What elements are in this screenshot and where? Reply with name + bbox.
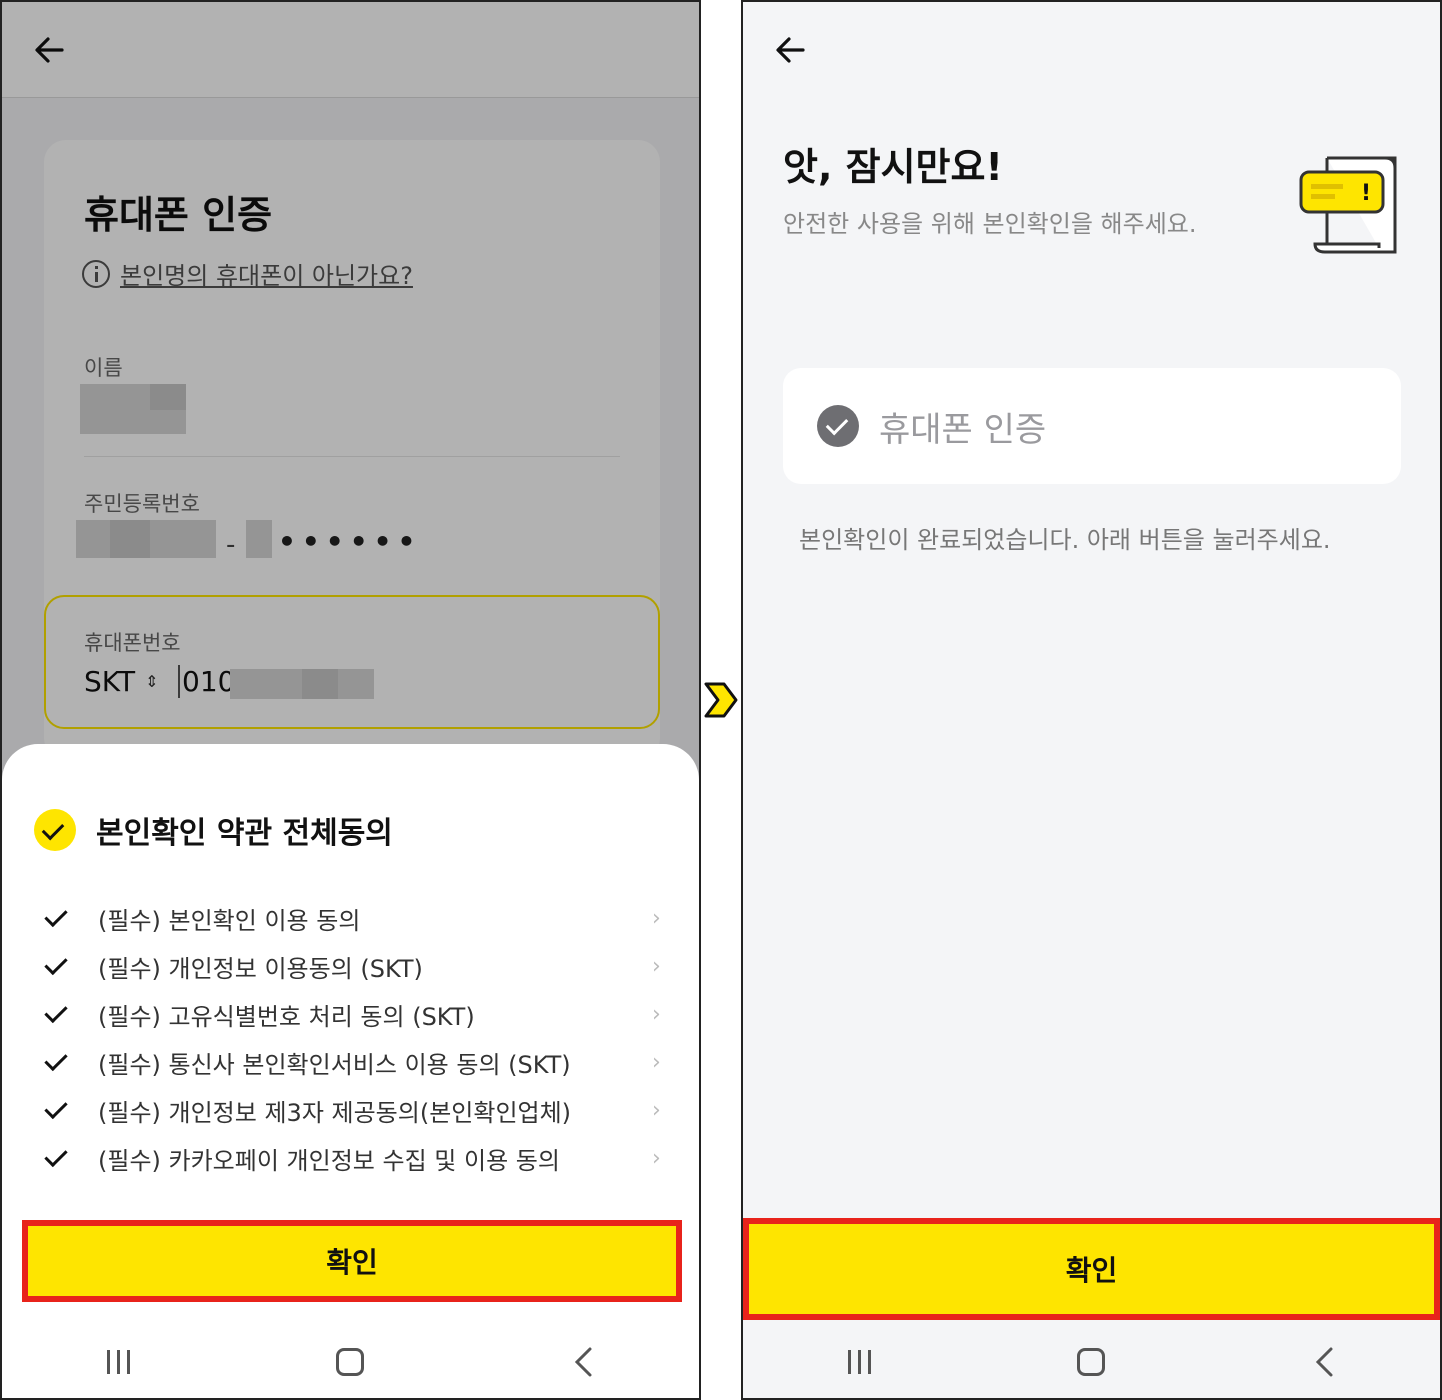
recent-apps-button[interactable] xyxy=(829,1332,889,1392)
term-label: (필수) 카카오페이 개인정보 수집 및 이용 동의 xyxy=(98,1146,560,1175)
check-icon xyxy=(42,1047,72,1077)
completion-message: 본인확인이 완료되었습니다. 아래 버튼을 눌러주세요. xyxy=(799,526,1331,554)
term-item[interactable]: (필수) 개인정보 제3자 제공동의(본인확인업체) › xyxy=(42,1086,672,1134)
chevron-right-icon: › xyxy=(652,905,661,931)
chevron-left-icon xyxy=(1315,1347,1333,1377)
verify-item-label: 휴대폰 인증 xyxy=(879,409,1047,450)
check-icon xyxy=(42,903,72,933)
terms-bottom-sheet: 본인확인 약관 전체동의 (필수) 본인확인 이용 동의 › (필수) 개인정보 … xyxy=(2,744,699,1398)
chevron-right-icon: › xyxy=(652,1049,661,1075)
chevron-right-icon: › xyxy=(652,953,661,979)
term-item[interactable]: (필수) 카카오페이 개인정보 수집 및 이용 동의 › xyxy=(42,1134,672,1182)
confirm-button[interactable]: 확인 xyxy=(743,1218,1440,1320)
page-subtitle: 안전한 사용을 위해 본인확인을 해주세요. xyxy=(783,210,1197,238)
home-button[interactable] xyxy=(1061,1332,1121,1392)
back-arrow-icon[interactable] xyxy=(773,32,809,68)
chevron-right-icon: › xyxy=(652,1145,661,1171)
term-item[interactable]: (필수) 본인확인 이용 동의 › xyxy=(42,894,672,942)
chevron-left-icon xyxy=(574,1347,592,1377)
term-item[interactable]: (필수) 통신사 본인확인서비스 이용 동의 (SKT) › xyxy=(42,1038,672,1086)
check-icon xyxy=(42,999,72,1029)
confirm-button[interactable]: 확인 xyxy=(22,1220,682,1302)
check-icon xyxy=(42,951,72,981)
verify-item-card: 휴대폰 인증 xyxy=(783,368,1401,484)
system-back-button[interactable] xyxy=(1294,1332,1354,1392)
system-nav-bar xyxy=(743,1322,1440,1398)
check-circle-icon xyxy=(34,809,76,851)
check-icon xyxy=(42,1143,72,1173)
agree-all-label: 본인확인 약관 전체동의 xyxy=(96,816,393,851)
term-item[interactable]: (필수) 고유식별번호 처리 동의 (SKT) › xyxy=(42,990,672,1038)
term-label: (필수) 개인정보 제3자 제공동의(본인확인업체) xyxy=(98,1098,572,1127)
term-label: (필수) 고유식별번호 처리 동의 (SKT) xyxy=(98,1002,475,1031)
svg-text:!: ! xyxy=(1361,181,1371,206)
home-button[interactable] xyxy=(320,1332,380,1392)
recent-apps-icon xyxy=(847,1350,871,1374)
term-label: (필수) 통신사 본인확인서비스 이용 동의 (SKT) xyxy=(98,1050,571,1079)
next-step-arrow-icon xyxy=(704,682,738,718)
recent-apps-button[interactable] xyxy=(88,1332,148,1392)
home-icon xyxy=(336,1348,365,1376)
check-icon xyxy=(42,1095,72,1125)
right-screen: 앗, 잠시만요! 안전한 사용을 위해 본인확인을 해주세요. ! 휴대폰 인증… xyxy=(741,0,1442,1400)
document-alert-icon: ! xyxy=(1299,156,1397,254)
terms-list: (필수) 본인확인 이용 동의 › (필수) 개인정보 이용동의 (SKT) › (… xyxy=(42,894,672,1182)
recent-apps-icon xyxy=(106,1350,130,1374)
term-label: (필수) 개인정보 이용동의 (SKT) xyxy=(98,954,423,983)
system-back-button[interactable] xyxy=(553,1332,613,1392)
agree-all-checkbox[interactable]: 본인확인 약관 전체동의 xyxy=(34,808,393,852)
home-icon xyxy=(1077,1348,1106,1376)
check-circle-icon xyxy=(817,405,859,447)
chevron-right-icon: › xyxy=(652,1001,661,1027)
term-item[interactable]: (필수) 개인정보 이용동의 (SKT) › xyxy=(42,942,672,990)
system-nav-bar xyxy=(2,1322,699,1398)
page-title: 앗, 잠시만요! xyxy=(783,145,1003,189)
left-screen: 휴대폰 인증 본인명의 휴대폰이 아닌가요? 이름 주민등록번호 - •••••… xyxy=(0,0,701,1400)
term-label: (필수) 본인확인 이용 동의 xyxy=(98,906,361,935)
chevron-right-icon: › xyxy=(652,1097,661,1123)
